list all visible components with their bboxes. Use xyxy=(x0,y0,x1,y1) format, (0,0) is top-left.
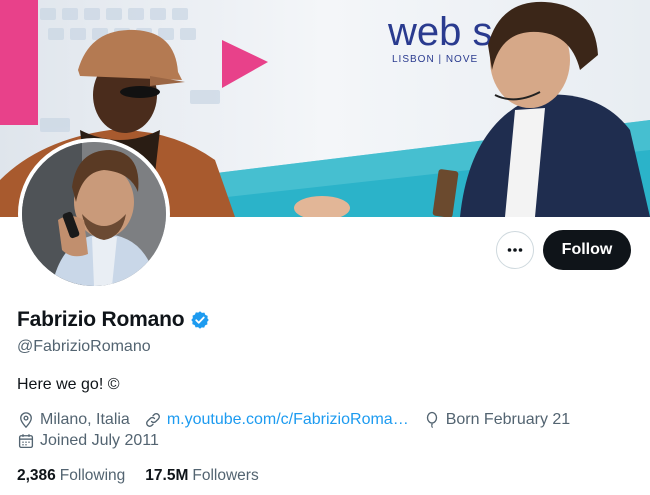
website-item[interactable]: m.youtube.com/c/FabrizioRoma… xyxy=(144,411,409,429)
username-handle: @FabrizioRomano xyxy=(17,338,151,355)
balloon-icon xyxy=(426,411,437,429)
profile-avatar[interactable] xyxy=(18,138,170,290)
profile-joined-row: Joined July 2011 xyxy=(17,432,173,450)
banner-sign-subtext: LISBON | NOVE xyxy=(392,54,478,65)
follow-button[interactable]: Follow xyxy=(543,230,631,270)
following-link[interactable]: 2,386 Following xyxy=(17,467,125,485)
avatar-photo xyxy=(22,142,166,286)
birthday-item: Born February 21 xyxy=(423,411,571,429)
verified-badge-icon[interactable] xyxy=(190,310,210,330)
location-text: Milano, Italia xyxy=(40,411,130,428)
followers-label: Followers xyxy=(192,467,259,484)
follow-stats: 2,386 Following 17.5M Followers xyxy=(17,467,259,485)
following-label: Following xyxy=(59,467,126,484)
more-horizontal-icon xyxy=(507,248,523,252)
profile-meta-row: Milano, Italia m.youtube.com/c/FabrizioR… xyxy=(17,411,584,429)
banner-sign-text: web s xyxy=(387,10,493,54)
more-options-button[interactable] xyxy=(496,231,534,269)
link-icon xyxy=(145,413,160,427)
location-pin-icon xyxy=(20,412,32,429)
joined-item: Joined July 2011 xyxy=(17,432,159,450)
followers-count: 17.5M xyxy=(145,467,189,484)
profile-name-row: Fabrizio Romano xyxy=(17,308,210,332)
followers-link[interactable]: 17.5M Followers xyxy=(145,467,258,485)
website-link[interactable]: m.youtube.com/c/FabrizioRoma… xyxy=(167,411,409,429)
location-item: Milano, Italia xyxy=(17,411,130,429)
profile-bio: Here we go! © xyxy=(17,376,120,393)
following-count: 2,386 xyxy=(17,467,56,484)
display-name: Fabrizio Romano xyxy=(17,308,185,331)
calendar-icon xyxy=(18,434,34,449)
joined-text: Joined July 2011 xyxy=(40,432,159,449)
birthday-text: Born February 21 xyxy=(445,411,571,428)
